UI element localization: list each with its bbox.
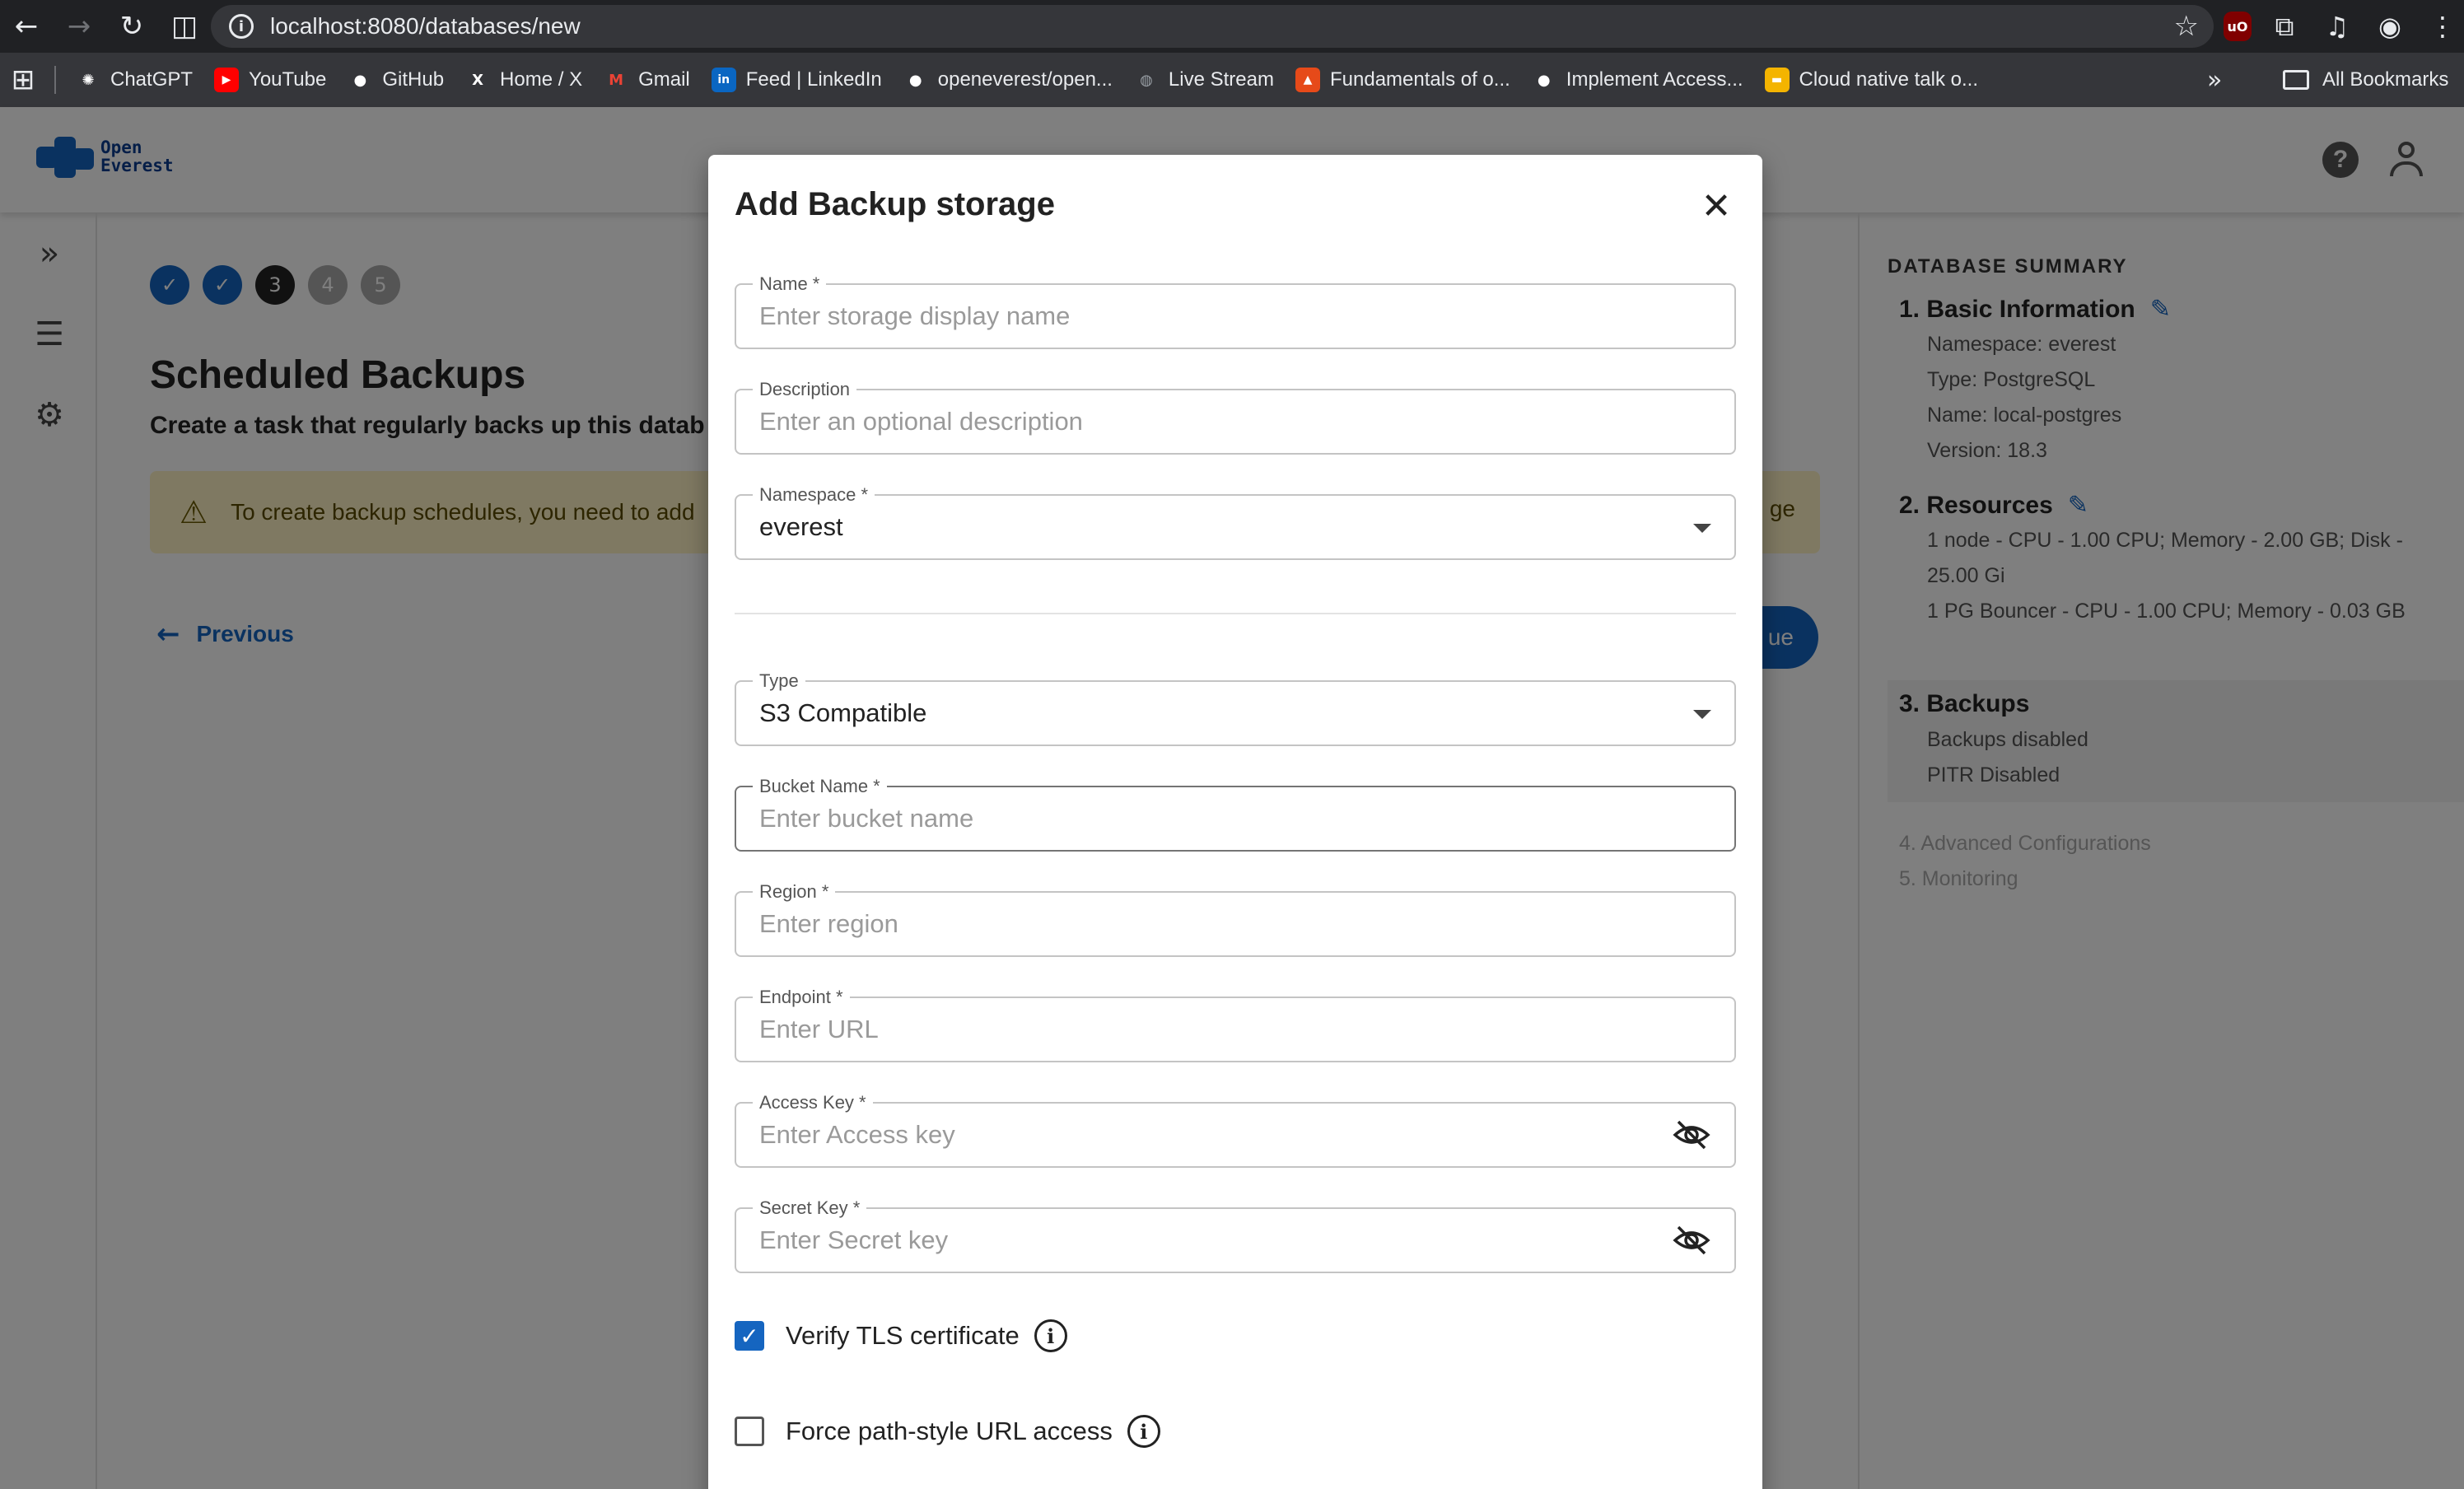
github-icon: ● [353,71,367,89]
site-info-icon[interactable]: i [229,14,254,39]
browser-toolbar: ← → ↻ ◫ i localhost:8080/databases/new ☆… [0,0,2464,53]
info-icon[interactable]: i [1034,1319,1067,1352]
namespace-value: everest [759,512,843,541]
access-key-label: Access Key * [753,1092,873,1113]
secret-key-input[interactable] [759,1224,1665,1257]
back-arrow-icon[interactable]: ← [0,0,53,53]
chatgpt-icon: ✺ [82,71,95,89]
form-divider [735,613,1736,614]
bookmark-label: YouTube [249,68,327,91]
x-icon: X [472,71,483,89]
github-icon: ● [1537,71,1551,89]
bookmark-item[interactable]: ▲ Fundamentals of o... [1287,53,1524,107]
media-control-icon[interactable]: ♫ [2317,7,2357,46]
extensions-puzzle-icon[interactable]: ⧉ [2265,7,2304,46]
youtube-icon: ▶ [214,68,240,92]
secret-key-label: Secret Key * [753,1197,867,1219]
visibility-off-icon[interactable] [1672,1118,1711,1151]
bookmark-item[interactable]: ◍ Live Stream [1126,53,1287,107]
bookmark-label: Implement Access... [1566,68,1743,91]
bucket-name-input[interactable] [759,802,1665,835]
endpoint-input[interactable] [759,1013,1665,1046]
split-view-icon[interactable]: ◫ [158,0,211,53]
bookmark-list: ✺ ChatGPT ▶ YouTube ● GitHub X Home / X M Gmail in… [68,53,1991,107]
secret-key-field: Secret Key * [735,1197,1736,1273]
namespace-label: Namespace * [753,484,875,506]
bucket-name-field: Bucket Name * [735,776,1736,852]
description-label: Description [753,379,857,400]
type-select[interactable]: Type S3 Compatible [735,670,1736,746]
force-path-style-label[interactable]: Force path-style URL access [786,1417,1113,1446]
folder-icon [2283,70,2309,90]
forward-arrow-icon[interactable]: → [53,0,105,53]
name-input[interactable] [759,300,1665,333]
fire-icon: ▲ [1295,68,1320,92]
visibility-off-icon[interactable] [1672,1224,1711,1257]
verify-tls-row: ✓ Verify TLS certificate i [735,1319,1067,1352]
bookmark-item[interactable]: in Feed | LinkedIn [703,53,895,107]
region-input[interactable] [759,908,1665,941]
all-bookmarks-button[interactable]: All Bookmarks [2283,53,2448,107]
verify-tls-checkbox[interactable]: ✓ [735,1321,764,1351]
region-label: Region * [753,881,836,903]
type-value: S3 Compatible [759,698,927,727]
description-input[interactable] [759,405,1665,438]
force-path-style-checkbox[interactable] [735,1417,764,1446]
bookmark-star-icon[interactable]: ☆ [2174,10,2199,43]
bookmark-label: Live Stream [1168,68,1274,91]
name-field: Name * [735,273,1736,349]
endpoint-field: Endpoint * [735,987,1736,1062]
description-field: Description [735,379,1736,455]
close-icon[interactable]: ✕ [1693,183,1739,229]
bookmark-item[interactable]: ● openeverest/open... [895,53,1126,107]
linkedin-icon: in [711,68,736,92]
bookmark-label: Gmail [638,68,690,91]
bookmark-item[interactable]: ▶ YouTube [206,53,339,107]
bookmark-item[interactable]: ▬ Cloud native talk o... [1757,53,1991,107]
dropdown-arrow-icon [1693,524,1711,533]
add-backup-storage-dialog: Add Backup storage ✕ Name * Description … [708,155,1762,1489]
globe-icon: ◍ [1140,71,1153,89]
namespace-select[interactable]: Namespace * everest [735,484,1736,560]
url-text: localhost:8080/databases/new [270,13,581,39]
bookmark-label: openeverest/open... [937,68,1113,91]
access-key-input[interactable] [759,1118,1665,1151]
bucket-name-label: Bucket Name * [753,776,887,797]
bookmark-item[interactable]: ● Implement Access... [1524,53,1757,107]
profile-icon[interactable]: ◉ [2370,7,2410,46]
info-icon[interactable]: i [1127,1415,1160,1448]
bookmark-label: ChatGPT [110,68,194,91]
reload-icon[interactable]: ↻ [105,0,158,53]
dropdown-arrow-icon [1693,710,1711,719]
verify-tls-label[interactable]: Verify TLS certificate [786,1321,1020,1351]
bookmark-item[interactable]: X Home / X [457,53,595,107]
all-bookmarks-label: All Bookmarks [2322,68,2449,91]
name-label: Name * [753,273,827,295]
endpoint-label: Endpoint * [753,987,850,1008]
access-key-field: Access Key * [735,1092,1736,1168]
apps-grid-icon[interactable]: ⊞ [0,53,46,107]
github-icon: ● [908,71,922,89]
bookmark-item[interactable]: ✺ ChatGPT [68,53,206,107]
address-bar[interactable]: i localhost:8080/databases/new ☆ [211,5,2214,48]
bookmark-item[interactable]: ● GitHub [339,53,457,107]
bookmarks-bar: ⊞ ✺ ChatGPT ▶ YouTube ● GitHub X Home / X M Gmail… [0,53,2464,107]
bookmarks-separator [54,66,56,94]
gmail-icon: M [609,71,624,89]
region-field: Region * [735,881,1736,957]
bookmark-item[interactable]: M Gmail [595,53,703,107]
bookmark-label: Fundamentals of o... [1329,68,1510,91]
extension-icons: uO ⧉ ♫ ◉ ⋮ [2224,0,2462,53]
bookmark-label: Home / X [500,68,583,91]
force-path-style-row: Force path-style URL access i [735,1415,1160,1448]
ublock-icon[interactable]: uO [2224,12,2252,41]
slides-icon: ▬ [1764,68,1790,92]
more-menu-icon[interactable]: ⋮ [2423,7,2462,46]
type-label: Type [753,670,805,692]
more-bookmarks-icon[interactable]: » [2207,53,2222,107]
bookmark-label: GitHub [382,68,445,91]
dialog-title: Add Backup storage [735,186,1055,222]
bookmark-label: Cloud native talk o... [1799,68,1978,91]
bookmark-label: Feed | LinkedIn [745,68,882,91]
